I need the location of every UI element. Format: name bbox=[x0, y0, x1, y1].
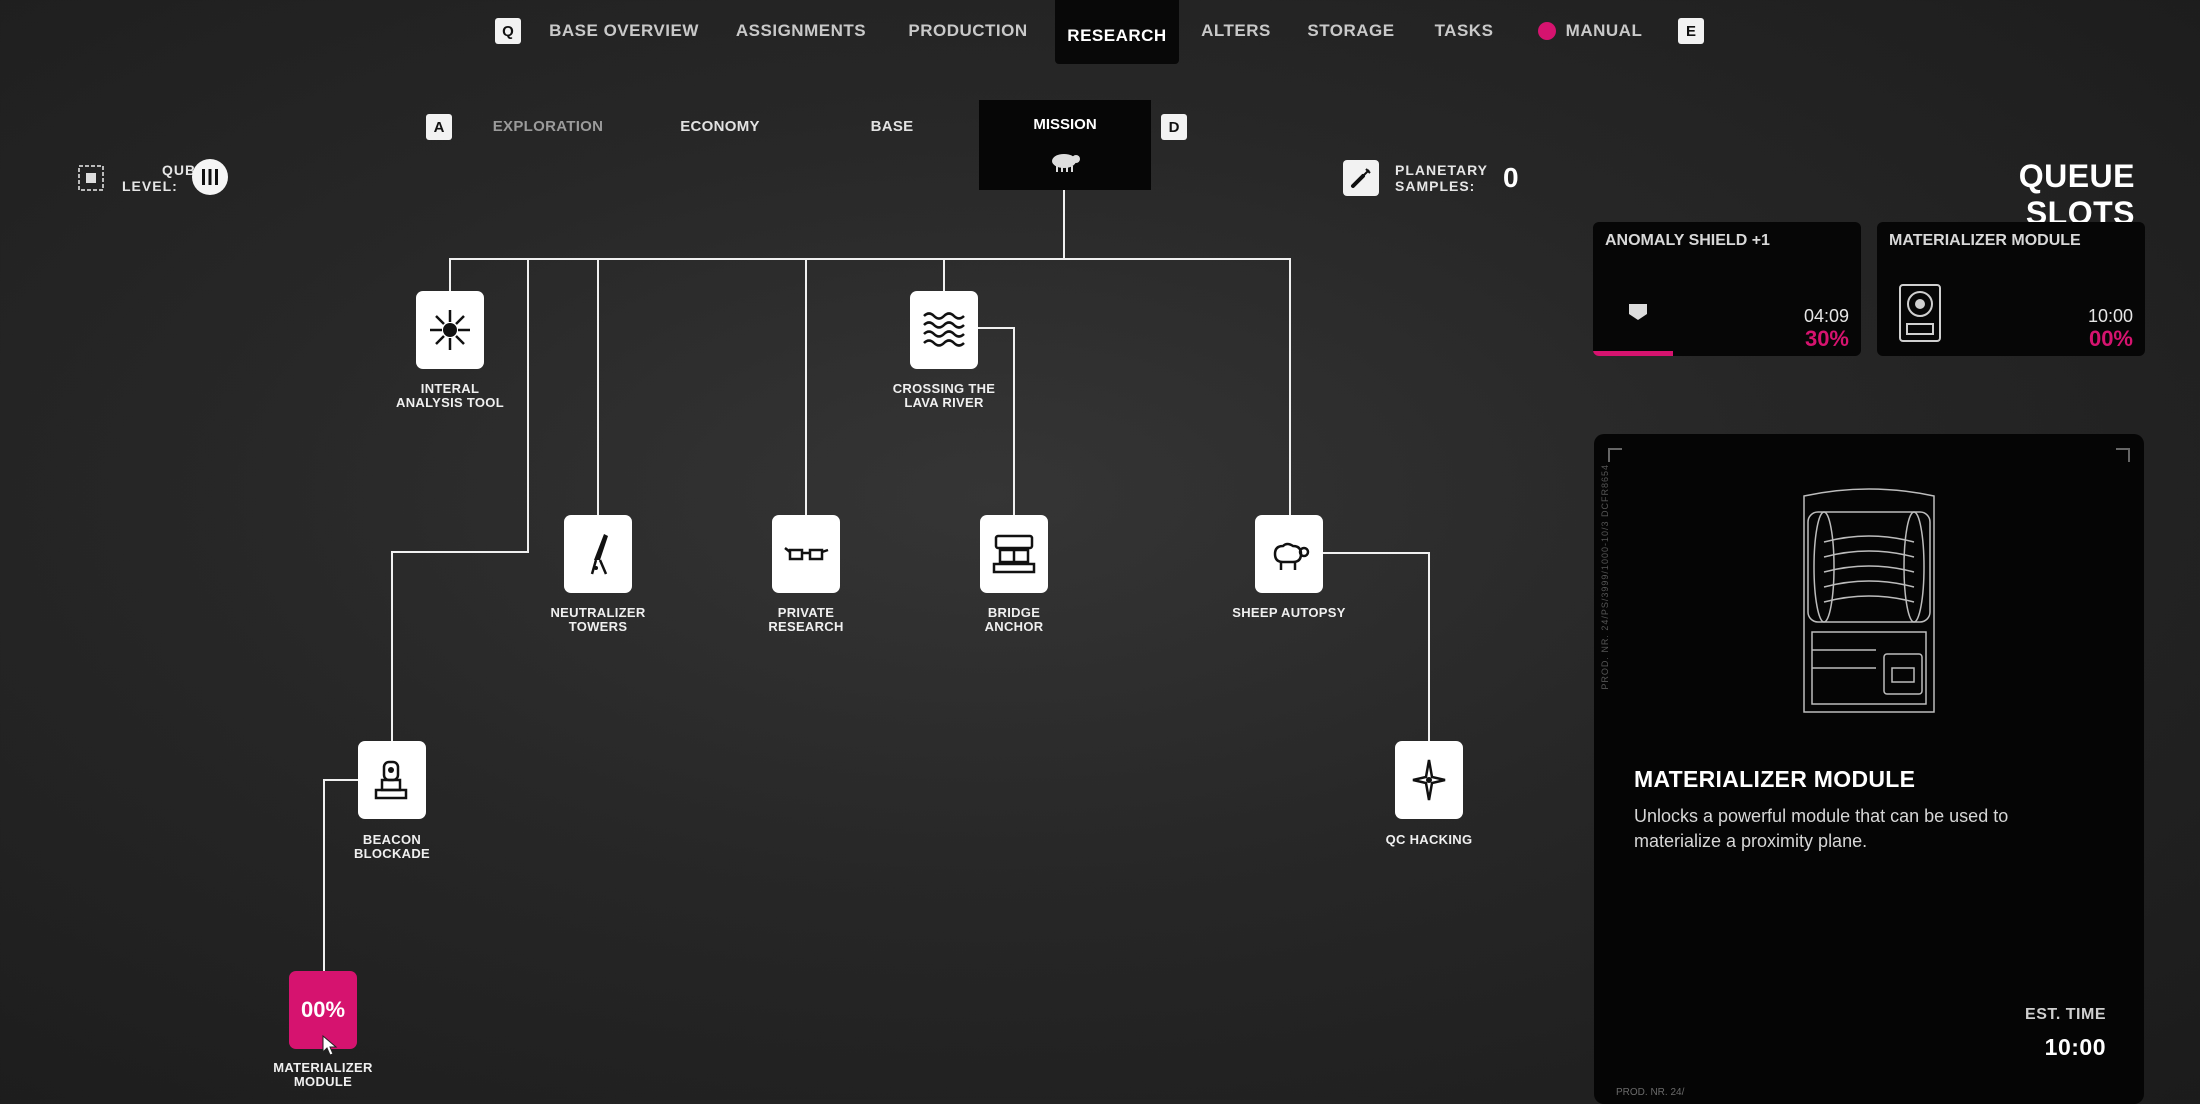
queue-slot-percent: 30% bbox=[1804, 326, 1849, 351]
module-icon bbox=[1899, 284, 1941, 342]
subtab-mission-label: MISSION bbox=[1033, 116, 1097, 133]
research-node-materializer-module[interactable]: 00% bbox=[289, 971, 357, 1056]
qubit-chip-icon bbox=[78, 165, 104, 191]
research-node-sheep-autopsy[interactable] bbox=[1255, 515, 1323, 593]
label-line: MATERIALIZER bbox=[273, 1060, 373, 1075]
subtab-economy[interactable]: ECONOMY bbox=[660, 104, 780, 148]
materializer-progress: 00% bbox=[300, 997, 346, 1022]
queue-slot-name: ANOMALY SHIELD +1 bbox=[1605, 232, 1770, 249]
research-detail-panel: PROD. NR. 24/PS/3999/1000-10/3 DCFR8654 … bbox=[1594, 434, 2144, 1104]
label-line: SHEEP AUTOPSY bbox=[1232, 605, 1346, 620]
research-node-qc-label: QC HACKING bbox=[1339, 833, 1519, 847]
research-node-bridge-label: BRIDGE ANCHOR bbox=[924, 606, 1104, 634]
tab-research[interactable]: RESEARCH bbox=[1055, 0, 1179, 64]
tab-manual-label: MANUAL bbox=[1565, 21, 1643, 40]
detail-description: Unlocks a powerful module that can be us… bbox=[1634, 806, 2009, 851]
detail-title: MATERIALIZER MODULE bbox=[1634, 766, 1916, 792]
tab-production[interactable]: PRODUCTION bbox=[900, 0, 1036, 62]
research-node-private-research[interactable] bbox=[772, 515, 840, 593]
waves-icon bbox=[923, 312, 965, 347]
label-line: ANALYSIS TOOL bbox=[396, 395, 504, 410]
subtab-base[interactable]: BASE bbox=[842, 104, 942, 148]
research-node-neutralizer-towers[interactable] bbox=[564, 515, 632, 593]
sheep-icon bbox=[1273, 542, 1310, 570]
samples-label: PLANETARY SAMPLES: bbox=[1395, 162, 1488, 194]
label-line: BRIDGE bbox=[987, 605, 1041, 620]
research-node-bridge-anchor[interactable] bbox=[980, 515, 1048, 593]
detail-vertical-serial: PROD. NR. 24/PS/3999/1000-10/3 DCFR8654 bbox=[1600, 464, 1610, 690]
materializer-module-illustration bbox=[1803, 488, 1935, 713]
research-node-lava-label: CROSSING THE LAVA RIVER bbox=[854, 382, 1034, 410]
corner-bracket bbox=[2116, 448, 2130, 462]
queue-slots-title: QUEUE SLOTS bbox=[2018, 158, 2135, 231]
label-line: NEUTRALIZER bbox=[550, 605, 646, 620]
label-line: ANCHOR bbox=[984, 619, 1044, 634]
top-nav: Q BASE OVERVIEW ASSIGNMENTS PRODUCTION R… bbox=[0, 0, 2200, 64]
samples-icon-box bbox=[1343, 160, 1379, 196]
beacon-icon bbox=[374, 760, 408, 800]
tower-icon bbox=[590, 534, 608, 575]
research-node-interal-label: INTERAL ANALYSIS TOOL bbox=[360, 382, 540, 410]
queue-slot-materializer-module[interactable]: MATERIALIZER MODULE 10:00 00% bbox=[1877, 222, 2145, 356]
queue-slot-progress-bar bbox=[1593, 351, 1674, 356]
syringe-icon bbox=[1351, 168, 1371, 188]
label-line: QC HACKING bbox=[1385, 832, 1473, 847]
tab-assignments[interactable]: ASSIGNMENTS bbox=[730, 0, 872, 62]
anchor-machine-icon bbox=[992, 534, 1036, 574]
queue-slot-anomaly-shield[interactable]: ANOMALY SHIELD +1 04:09 30% bbox=[1593, 222, 1861, 356]
queue-slot-time: 10:00 bbox=[2087, 306, 2133, 326]
research-node-private-label: PRIVATE RESEARCH bbox=[716, 606, 896, 634]
samples-value: 0 bbox=[1503, 162, 1519, 193]
detail-est-time-value: 10:00 bbox=[2044, 1034, 2106, 1060]
detail-serial: PROD. NR. 24/ bbox=[1616, 1087, 1685, 1098]
label-line: TOWERS bbox=[568, 619, 628, 634]
queue-slot-percent: 00% bbox=[2088, 326, 2133, 351]
label-line: BEACON bbox=[362, 832, 422, 847]
research-node-materializer-label: MATERIALIZER MODULE bbox=[233, 1061, 413, 1089]
glasses-icon bbox=[784, 547, 829, 561]
label-line: LAVA RIVER bbox=[904, 395, 984, 410]
qubit-level-badge bbox=[192, 159, 228, 195]
research-node-neutralizer-label: NEUTRALIZER TOWERS bbox=[508, 606, 688, 634]
research-node-qc-hacking[interactable] bbox=[1395, 741, 1463, 819]
research-node-interal-analysis-tool[interactable] bbox=[416, 291, 484, 369]
tab-alters[interactable]: ALTERS bbox=[1196, 0, 1276, 62]
cursor-icon bbox=[322, 1035, 338, 1056]
label-line: INTERAL bbox=[420, 381, 480, 396]
label-line: MODULE bbox=[293, 1074, 353, 1089]
queue-slot-time: 04:09 bbox=[1803, 306, 1849, 326]
corner-bracket bbox=[1608, 448, 1622, 462]
queue-slot-name: MATERIALIZER MODULE bbox=[1889, 232, 2081, 249]
nav-next-key[interactable]: E bbox=[1678, 18, 1704, 44]
subtab-exploration[interactable]: EXPLORATION bbox=[480, 104, 616, 148]
label-line: RESEARCH bbox=[768, 619, 844, 634]
subnav-prev-key[interactable]: A bbox=[426, 114, 452, 140]
tab-storage[interactable]: STORAGE bbox=[1302, 0, 1400, 62]
tab-base-overview[interactable]: BASE OVERVIEW bbox=[548, 0, 700, 62]
label-line: CROSSING THE bbox=[892, 381, 996, 396]
research-node-beacon-blockade[interactable] bbox=[358, 741, 426, 819]
label-line: BLOCKADE bbox=[353, 846, 431, 861]
subtab-mission[interactable]: MISSION bbox=[979, 100, 1151, 190]
sheep-icon bbox=[1052, 154, 1080, 172]
sparkle-icon bbox=[1412, 759, 1446, 801]
roman-three-icon bbox=[202, 169, 218, 185]
samples-label-line2: SAMPLES: bbox=[1395, 178, 1476, 194]
nav-prev-key[interactable]: Q bbox=[495, 18, 521, 44]
label-line: PRIVATE bbox=[777, 605, 835, 620]
manual-dot-icon bbox=[1537, 22, 1556, 40]
tab-manual[interactable]: MANUAL bbox=[1530, 0, 1650, 62]
tab-tasks[interactable]: TASKS bbox=[1428, 0, 1500, 62]
starburst-icon bbox=[430, 310, 470, 350]
samples-label-line1: PLANETARY bbox=[1395, 162, 1488, 178]
research-node-beacon-label: BEACON BLOCKADE bbox=[302, 833, 482, 861]
detail-est-time-label: EST. TIME bbox=[2025, 1006, 2106, 1023]
research-node-crossing-lava-river[interactable] bbox=[910, 291, 978, 369]
subnav-next-key[interactable]: D bbox=[1161, 114, 1187, 140]
research-node-sheep-label: SHEEP AUTOPSY bbox=[1199, 606, 1379, 620]
shield-icon bbox=[1629, 304, 1647, 320]
